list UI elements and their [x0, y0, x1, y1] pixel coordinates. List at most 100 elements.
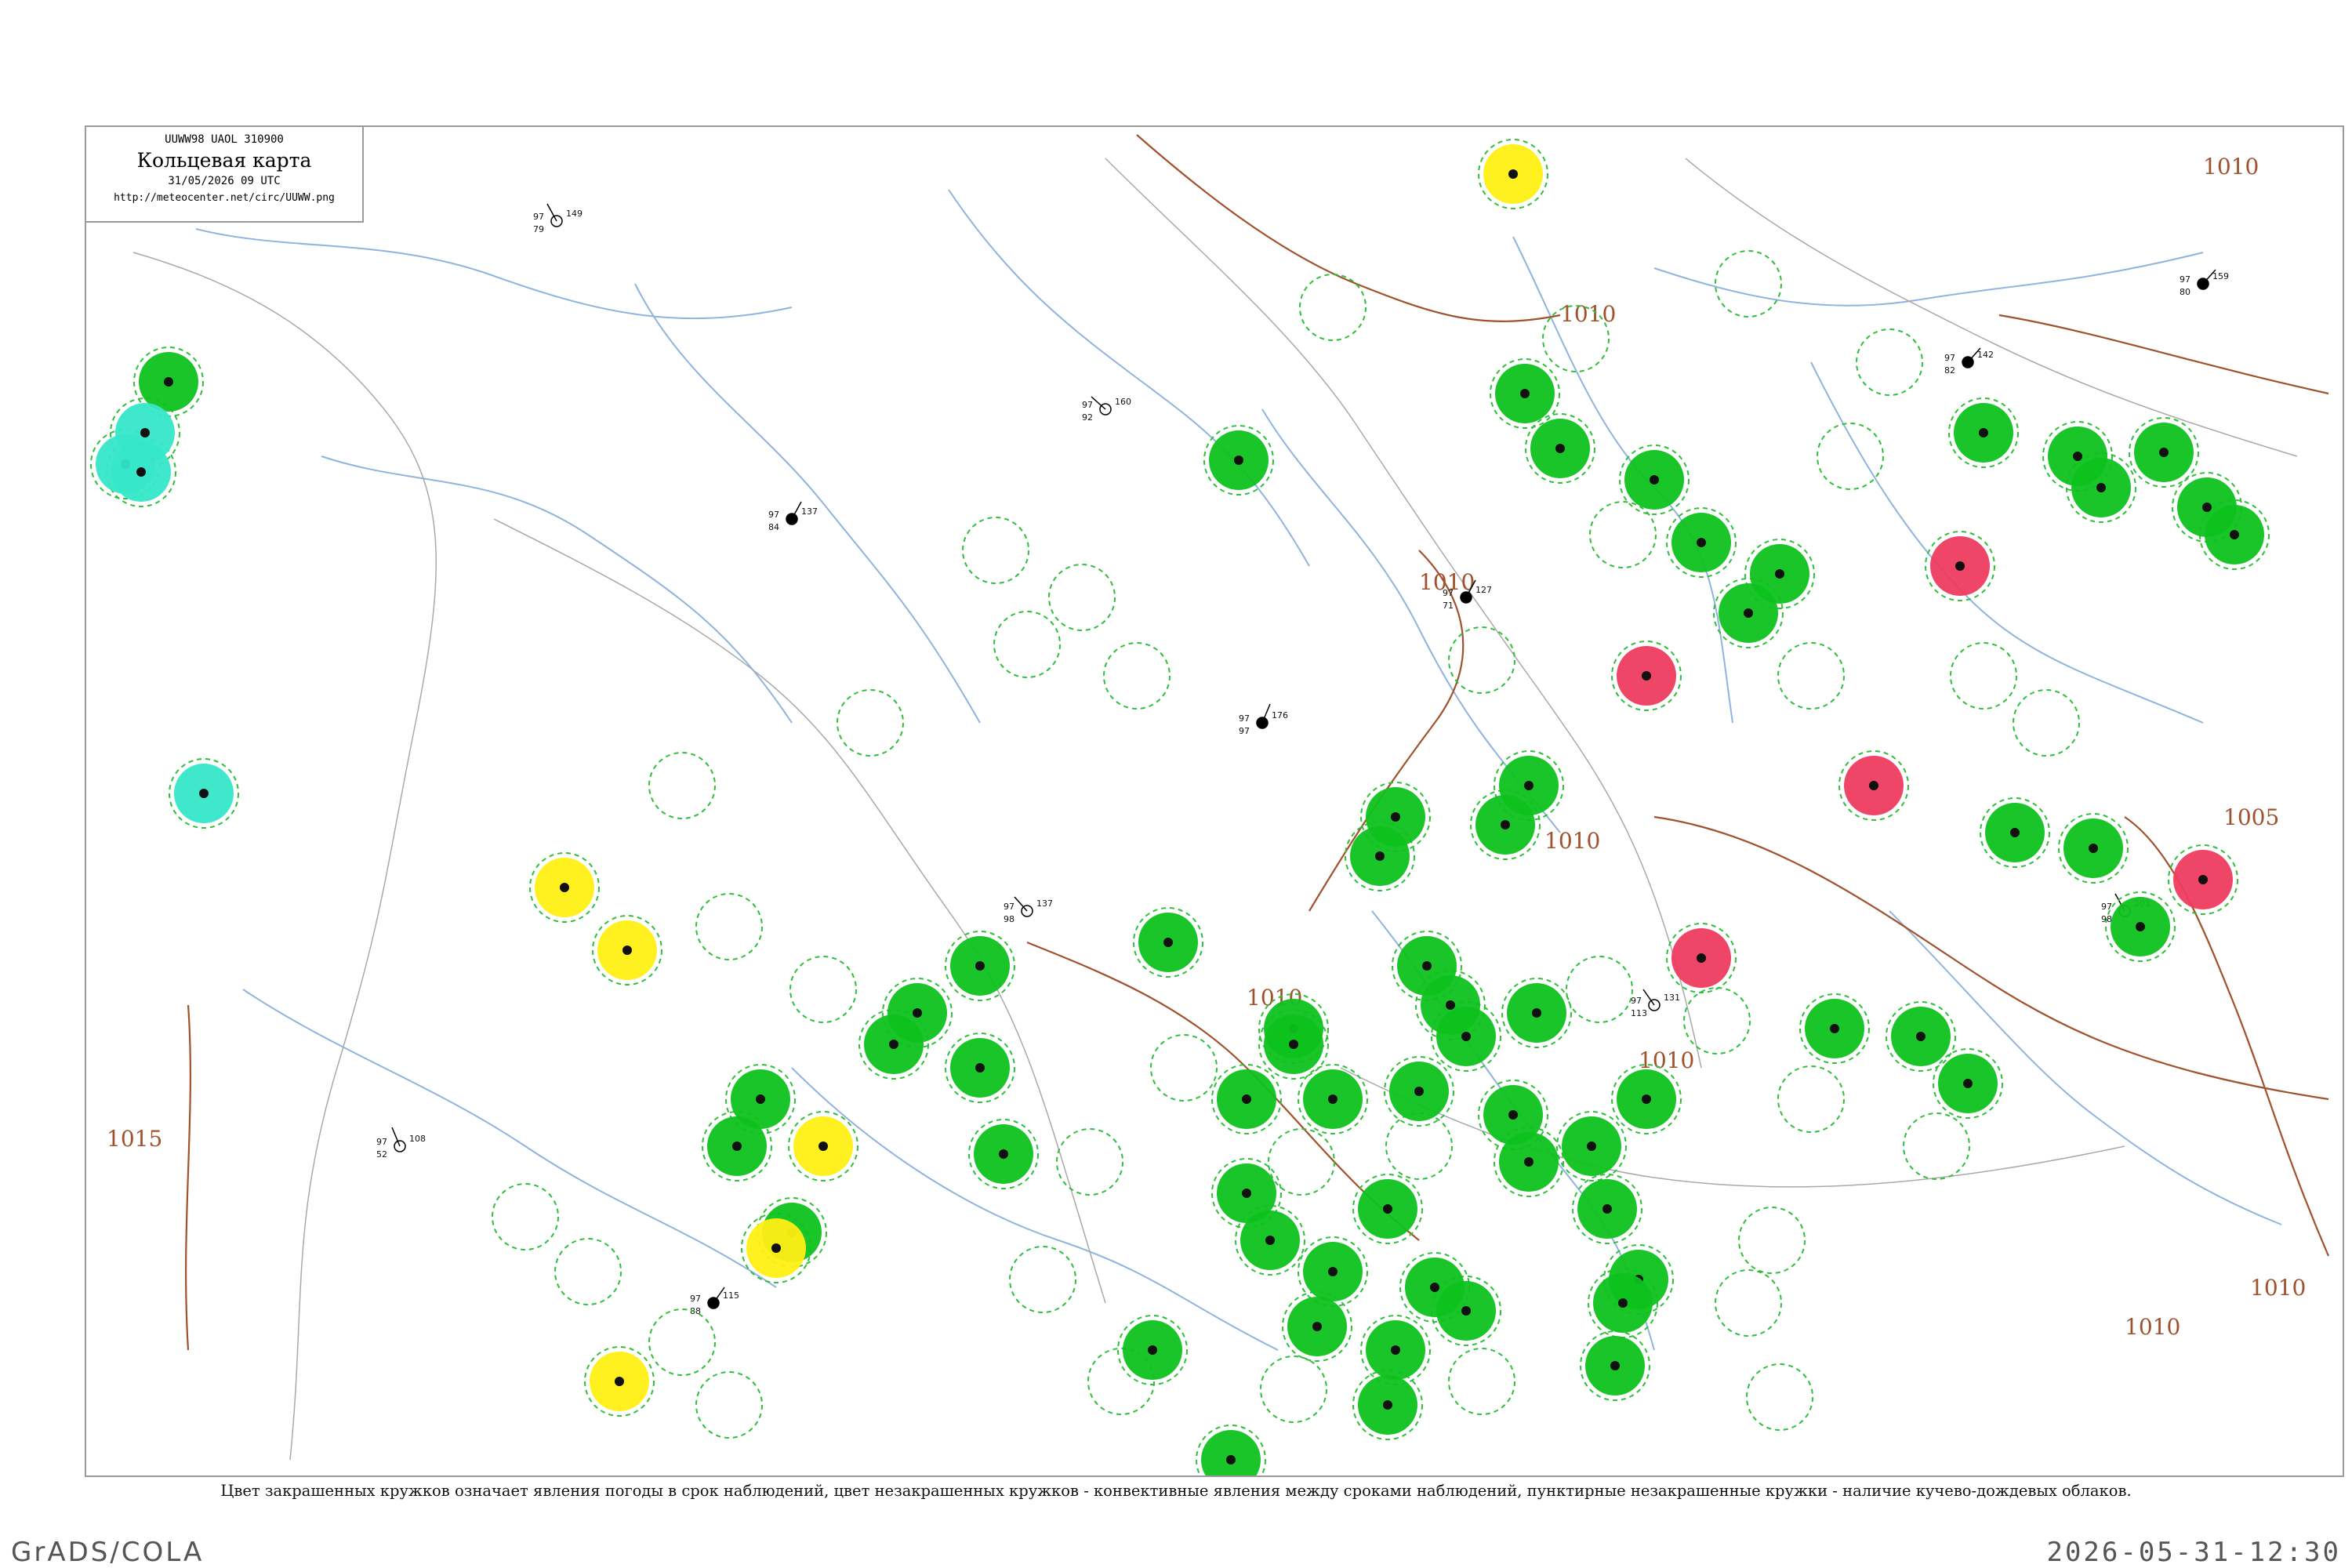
station-dot [999, 1149, 1008, 1159]
station-pressure: 131 [1664, 993, 1680, 1003]
station-dot [1650, 475, 1659, 485]
station-dewpoint: 79 [533, 224, 544, 234]
station-dewpoint: 113 [1631, 1008, 1647, 1018]
footer-timestamp: 2026-05-31-12:30 [2046, 1537, 2341, 1568]
station-model: 142 97 82 [1944, 347, 1994, 376]
station-dot [1610, 1361, 1620, 1370]
isobar-label: 1010 [2203, 154, 2259, 180]
station-dot [1501, 820, 1510, 829]
station-dot [2010, 828, 2020, 837]
isobar-label: 1010 [1544, 828, 1600, 854]
cb-ring [1715, 250, 1782, 318]
cb-ring [492, 1183, 559, 1250]
cb-ring [1103, 642, 1171, 710]
station-dot [1391, 1345, 1400, 1355]
station-dot [1265, 1236, 1275, 1245]
station-dot [1226, 1455, 1236, 1465]
cb-ring [1260, 1356, 1327, 1423]
station-model: 115 97 88 [690, 1287, 739, 1316]
cb-ring [993, 611, 1061, 678]
cb-ring [1777, 1065, 1845, 1133]
station-dot [1383, 1400, 1392, 1410]
station-dot [1642, 1094, 1651, 1104]
station-dewpoint: 97 [1239, 726, 1250, 736]
station-dot [1508, 169, 1518, 179]
station-dot [1430, 1283, 1439, 1292]
station-dot [1916, 1032, 1926, 1041]
station-dot [140, 428, 150, 437]
isobar-labels: 1010 1010 1010 1010 1010 1010 1010 1010 … [107, 154, 2306, 1340]
station-dot [136, 467, 146, 477]
title-box: UUWW98 UAOL 310900 Кольцевая карта 31/05… [85, 125, 364, 223]
station-dot [1328, 1267, 1338, 1276]
station-dewpoint: 52 [376, 1149, 387, 1160]
station-pressure: 149 [566, 209, 583, 219]
station-dot [1414, 1087, 1424, 1096]
station-dot [2198, 875, 2208, 884]
station-dewpoint: 92 [1082, 412, 1093, 423]
station-dot [1461, 1306, 1471, 1316]
cb-ring [1715, 1269, 1782, 1337]
cb-ring [1056, 1128, 1123, 1196]
station-dot [975, 961, 985, 971]
station-dot [199, 789, 209, 798]
station-pressure: 142 [1977, 350, 1994, 360]
station-temperature: 97 [1239, 713, 1250, 724]
station-dot [1955, 561, 1965, 571]
station-pressure: 159 [2212, 271, 2229, 281]
station-temperature: 97 [690, 1294, 701, 1304]
station-model: 131 97 113 [1631, 989, 1680, 1018]
station-temperature: 97 [2180, 274, 2190, 285]
isobar-label: 1010 [2125, 1314, 2180, 1340]
station-dot [1602, 1204, 1612, 1214]
station-dot [771, 1243, 781, 1253]
station-model: 108 97 52 [376, 1127, 426, 1160]
cb-ring [1746, 1363, 1813, 1431]
cb-ring [1385, 1112, 1453, 1180]
precip-green-circle [1201, 1430, 1261, 1475]
station-dewpoint: 84 [768, 522, 779, 532]
station-dot [560, 883, 569, 892]
cb-ring [1589, 501, 1657, 568]
cb-ring [962, 517, 1029, 584]
station-dot [1775, 569, 1784, 579]
station-model: 137 97 98 [1004, 896, 1053, 924]
cb-ring [1048, 564, 1116, 631]
station-pressure: 176 [1272, 710, 1288, 720]
station-model: 176 97 97 [1239, 703, 1288, 736]
isobar-label: 1010 [1560, 301, 1616, 327]
station-dot [1234, 456, 1243, 465]
station-dot [1312, 1322, 1322, 1331]
station-dot [1524, 1157, 1534, 1167]
cb-ring [648, 752, 716, 819]
cb-ring [1566, 956, 1633, 1023]
station-dot [1461, 1032, 1471, 1041]
cb-ring [695, 893, 763, 960]
station-temperature: 97 [1004, 902, 1014, 912]
station-dot [1979, 428, 1988, 437]
station-dot [1383, 1204, 1392, 1214]
station-dot [2096, 483, 2106, 492]
cb-ring [1950, 642, 2017, 710]
cb-ring [1448, 1348, 1515, 1415]
station-dot [1697, 953, 1706, 963]
cb-ring [1683, 987, 1751, 1054]
station-pressure: 108 [409, 1134, 426, 1144]
station-dot [889, 1040, 898, 1049]
station-pressure: 115 [723, 1290, 739, 1301]
cb-ring [1448, 626, 1515, 694]
map-date: 31/05/2026 09 UTC [168, 175, 281, 187]
station-dot [1328, 1094, 1338, 1104]
station-dot [1830, 1024, 1839, 1033]
cb-ring [554, 1238, 622, 1305]
station-temperature: 97 [1631, 996, 1642, 1006]
station-dot [1391, 812, 1400, 822]
station-pressure: 137 [1036, 898, 1053, 909]
phenomena-circles [96, 144, 2264, 1475]
station-model: 160 97 92 [1082, 396, 1131, 423]
source-url: http://meteocenter.net/circ/UUWW.png [114, 192, 335, 204]
station-temperature: 97 [2101, 902, 2112, 912]
station-dot [1555, 444, 1565, 453]
station-dot [615, 1377, 624, 1386]
footer-software-label: GrADS/COLA [11, 1537, 205, 1568]
